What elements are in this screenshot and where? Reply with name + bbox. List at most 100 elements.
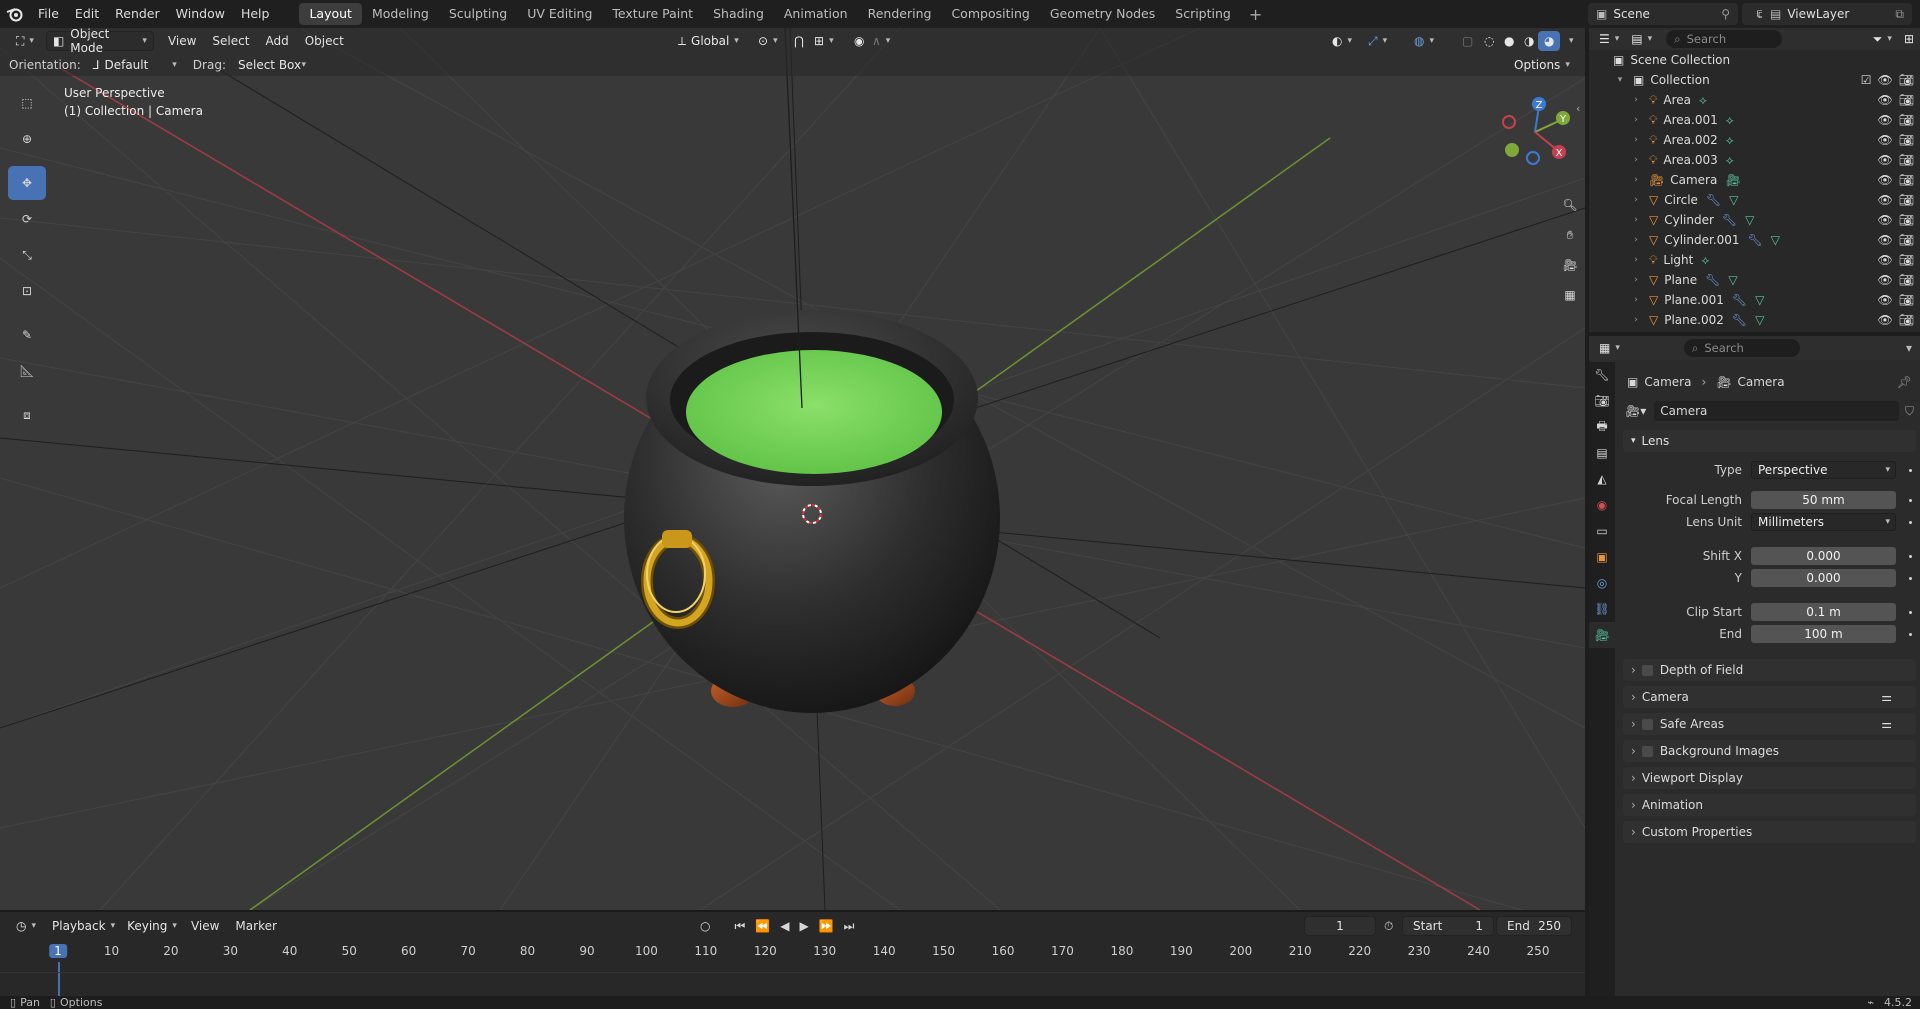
viewport-menu-view[interactable]: View xyxy=(160,34,204,48)
jump-start-icon[interactable]: ⏮ xyxy=(734,919,745,934)
timeline-menu-keying[interactable]: Keying ▾ xyxy=(121,916,183,936)
presets-icon[interactable]: ⚌ xyxy=(1881,690,1892,704)
outliner-row[interactable]: › ▽ Plane 🔧︎ ▽ 👁︎ 📷︎ xyxy=(1589,270,1920,290)
expand-icon[interactable]: › xyxy=(1629,235,1643,245)
jump-keyframe-back-icon[interactable]: ⏪ xyxy=(755,919,770,933)
viewport-menu-object[interactable]: Object xyxy=(297,34,352,48)
measure-tool[interactable]: 📐︎ xyxy=(8,354,46,388)
bg-images-checkbox[interactable] xyxy=(1641,745,1653,757)
safe-areas-checkbox[interactable] xyxy=(1641,718,1653,730)
tool-tab-icon[interactable]: 🔧︎ xyxy=(1589,362,1615,388)
sidebar-toggle-icon[interactable]: ‹ xyxy=(1576,102,1580,115)
outliner-row[interactable]: › ▽ Circle 🔧︎ ▽ 👁︎ 📷︎ xyxy=(1589,190,1920,210)
eye-icon[interactable]: 👁︎ xyxy=(1878,293,1893,307)
eye-icon[interactable]: 👁︎ xyxy=(1878,113,1893,127)
view-layer-tab-icon[interactable]: ▤ xyxy=(1589,440,1615,466)
eye-icon[interactable]: 👁︎ xyxy=(1878,193,1893,207)
collection-eye-icon[interactable]: 👁︎ xyxy=(1878,73,1893,87)
stopwatch-icon[interactable]: ⏱ xyxy=(1384,919,1393,934)
expand-icon[interactable]: › xyxy=(1629,155,1643,165)
annotate-tool[interactable]: ✎ xyxy=(8,318,46,352)
mode-dropdown[interactable]: ◧ Object Mode ▾ xyxy=(45,28,154,55)
collection-tab-icon[interactable]: ▭ xyxy=(1589,518,1615,544)
expand-icon[interactable]: › xyxy=(1629,315,1643,325)
constraints-tab-icon[interactable]: ⛓︎ xyxy=(1589,596,1615,622)
collection-row[interactable]: ▾ ▣ Collection ☑ 👁︎ 📷︎ xyxy=(1589,70,1920,90)
visibility-dropdown[interactable]: ◐ ▾ xyxy=(1326,31,1358,51)
keyframe-dot[interactable] xyxy=(1909,554,1912,558)
tab-uv-editing[interactable]: UV Editing xyxy=(517,3,602,25)
keyframe-dot[interactable] xyxy=(1909,498,1912,502)
outliner-row[interactable]: › 💡︎ Area.003 ⟡ 👁︎ 📷︎ xyxy=(1589,150,1920,170)
clip-end-field[interactable]: 100 m xyxy=(1751,625,1896,643)
expand-icon[interactable]: › xyxy=(1629,255,1643,265)
pin-toggle-icon[interactable]: 📌︎ xyxy=(1897,375,1912,389)
focal-length-field[interactable]: 50 mm xyxy=(1751,491,1896,509)
collection-expand-icon[interactable]: ▾ xyxy=(1613,75,1627,85)
output-tab-icon[interactable]: 🖶 xyxy=(1589,414,1615,440)
tab-geometry-nodes[interactable]: Geometry Nodes xyxy=(1040,3,1165,25)
tab-sculpting[interactable]: Sculpting xyxy=(439,3,517,25)
select-box-tool[interactable]: ⬚ xyxy=(8,86,46,120)
collection-camera-icon[interactable]: 📷︎ xyxy=(1899,73,1914,87)
camera-render-icon[interactable]: 📷︎ xyxy=(1899,173,1914,187)
background-images-panel[interactable]: › Background Images xyxy=(1623,740,1916,762)
object-tab-icon[interactable]: ▣ xyxy=(1589,544,1615,570)
expand-icon[interactable]: › xyxy=(1629,215,1643,225)
tab-rendering[interactable]: Rendering xyxy=(858,3,942,25)
camera-render-icon[interactable]: 📷︎ xyxy=(1899,233,1914,247)
end-frame-field[interactable]: End 250 xyxy=(1496,916,1572,936)
blender-logo-icon[interactable] xyxy=(0,0,30,28)
options-dropdown[interactable]: Options ▾ xyxy=(1508,55,1576,75)
keyframe-dot[interactable] xyxy=(1909,468,1912,472)
expand-icon[interactable]: › xyxy=(1629,175,1643,185)
falloff-dropdown[interactable]: ∧ ▾ xyxy=(866,31,896,51)
move-tool[interactable]: ✥ xyxy=(8,166,46,200)
timeline-editor[interactable]: ◷ ▾ Playback ▾ Keying ▾ View Marker ○ ⏮ ⏪ ◀… xyxy=(0,910,1585,998)
menu-help[interactable]: Help xyxy=(233,0,278,28)
outliner-row[interactable]: › 💡︎ Area.002 ⟡ 👁︎ 📷︎ xyxy=(1589,130,1920,150)
outliner-editor-type[interactable]: ☰ ▾ xyxy=(1593,29,1625,49)
eye-icon[interactable]: 👁︎ xyxy=(1878,253,1893,267)
orientation-dropdown[interactable]: ⅃ Default ▾ xyxy=(87,55,183,75)
camera-panel[interactable]: › Camera ⚌ xyxy=(1623,686,1916,708)
camera-render-icon[interactable]: 📷︎ xyxy=(1899,113,1914,127)
shift-y-field[interactable]: 0.000 xyxy=(1751,569,1896,587)
keyframe-dot[interactable] xyxy=(1909,632,1912,636)
type-dropdown[interactable]: Perspective ▾ xyxy=(1751,461,1896,479)
outliner-row[interactable]: › ▽ Plane.002 🔧︎ ▽ 👁︎ 📷︎ xyxy=(1589,310,1920,330)
fake-user-shield-icon[interactable]: ⛉ xyxy=(1905,404,1914,419)
viewport-menu-add[interactable]: Add xyxy=(257,34,296,48)
tab-texture-paint[interactable]: Texture Paint xyxy=(602,3,703,25)
render-tab-icon[interactable]: 📷︎ xyxy=(1589,388,1615,414)
editor-type-button[interactable]: ⛶ ▾ xyxy=(10,31,40,51)
viewport-menu-select[interactable]: Select xyxy=(204,34,257,48)
scale-tool[interactable]: ⤡ xyxy=(8,238,46,272)
camera-render-icon[interactable]: 📷︎ xyxy=(1899,213,1914,227)
camera-render-icon[interactable]: 📷︎ xyxy=(1899,153,1914,167)
pivot-point-dropdown[interactable]: ⊙ ▾ xyxy=(752,31,784,51)
filter-dropdown[interactable]: ⏷ ▾ xyxy=(1867,29,1898,49)
eye-icon[interactable]: 👁︎ xyxy=(1878,153,1893,167)
current-frame-field[interactable]: 1 xyxy=(1304,916,1376,936)
timeline-editor-type[interactable]: ◷ ▾ xyxy=(10,916,42,936)
zoom-icon[interactable]: 🔍︎ xyxy=(1555,198,1585,228)
tab-animation[interactable]: Animation xyxy=(774,3,858,25)
eye-icon[interactable]: 👁︎ xyxy=(1878,133,1893,147)
datablock-name-field[interactable]: Camera xyxy=(1654,401,1899,421)
outliner-row[interactable]: › ▽ Cylinder.001 🔧︎ ▽ 👁︎ 📷︎ xyxy=(1589,230,1920,250)
safe-areas-panel[interactable]: › Safe Areas ⚌ xyxy=(1623,713,1916,735)
camera-render-icon[interactable]: 📷︎ xyxy=(1899,313,1914,327)
camera-render-icon[interactable]: 📷︎ xyxy=(1899,253,1914,267)
outliner-row[interactable]: › ▽ Plane.001 🔧︎ ▽ 👁︎ 📷︎ xyxy=(1589,290,1920,310)
camera-render-icon[interactable]: 📷︎ xyxy=(1899,273,1914,287)
auto-keying-icon[interactable]: ○ xyxy=(700,919,710,933)
collection-checkbox-icon[interactable]: ☑ xyxy=(1861,73,1872,87)
outliner-search[interactable]: ⌕ Search xyxy=(1666,30,1783,48)
timeline-menu-playback[interactable]: Playback ▾ xyxy=(46,916,121,936)
tab-shading[interactable]: Shading xyxy=(703,3,774,25)
play-icon[interactable]: ▶ xyxy=(799,919,808,933)
camera-render-icon[interactable]: 📷︎ xyxy=(1899,193,1914,207)
custom-properties-panel[interactable]: › Custom Properties xyxy=(1623,821,1916,843)
dof-checkbox[interactable] xyxy=(1641,664,1653,676)
